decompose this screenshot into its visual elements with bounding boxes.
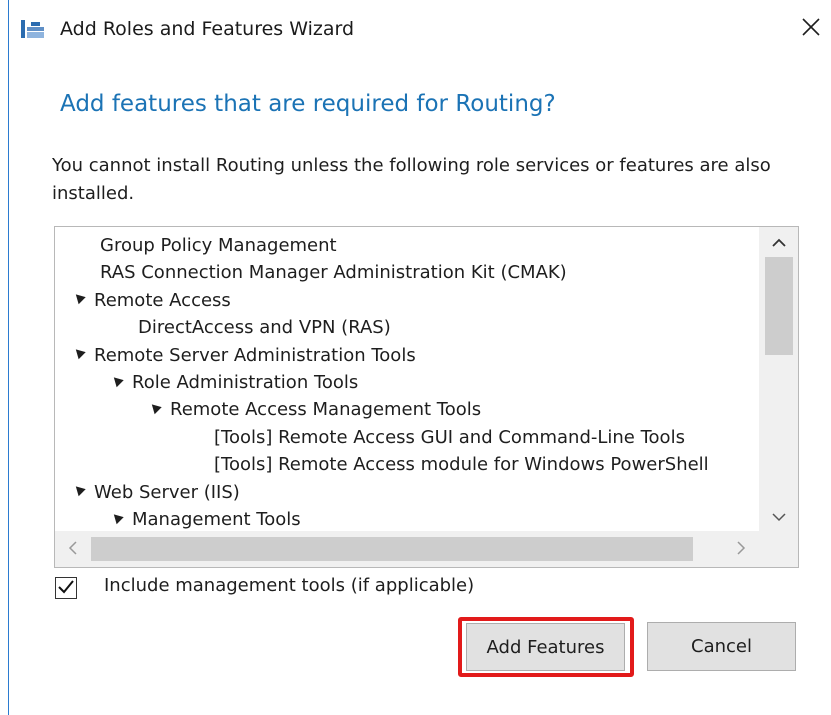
- title-bar[interactable]: Add Roles and Features Wizard: [0, 0, 831, 60]
- feature-label: Web Server (IIS): [94, 481, 240, 503]
- scroll-up-button[interactable]: [759, 227, 798, 257]
- feature-tree-item[interactable]: Remote Access: [72, 287, 231, 314]
- expand-triangle-icon[interactable]: [110, 373, 124, 387]
- feature-label: [Tools] Remote Access module for Windows…: [214, 454, 709, 476]
- window-border: [8, 0, 9, 715]
- expand-triangle-icon[interactable]: [72, 482, 86, 497]
- window-title: Add Roles and Features Wizard: [60, 18, 355, 40]
- feature-label: [Tools] Remote Access GUI and Command-Li…: [214, 426, 685, 448]
- features-tree[interactable]: Group Policy Management RAS Connection Ma…: [55, 227, 759, 531]
- expand-triangle-icon[interactable]: [148, 400, 162, 415]
- include-tools-checkbox[interactable]: [55, 577, 77, 599]
- cancel-button[interactable]: Cancel: [647, 622, 796, 671]
- feature-label: Role Administration Tools: [132, 372, 359, 393]
- feature-tree-item[interactable]: Group Policy Management: [100, 232, 337, 259]
- feature-label: Remote Server Administration Tools: [94, 344, 416, 366]
- feature-label: DirectAccess and VPN (RAS): [138, 317, 391, 339]
- server-manager-icon: [20, 18, 46, 40]
- scroll-down-button[interactable]: [759, 501, 798, 531]
- dialog-heading: Add features that are required for Routi…: [60, 91, 556, 117]
- vertical-scrollbar[interactable]: [759, 227, 798, 531]
- feature-tree-item[interactable]: Management Tools: [110, 506, 301, 531]
- feature-tree-item[interactable]: [Tools] Remote Access module for Windows…: [214, 451, 709, 478]
- vertical-scroll-thumb[interactable]: [765, 257, 793, 355]
- expand-triangle-icon[interactable]: [110, 510, 124, 524]
- feature-tree-item[interactable]: Role Administration Tools: [110, 369, 359, 396]
- feature-tree-item[interactable]: [Tools] Remote Access GUI and Command-Li…: [214, 424, 685, 451]
- close-button[interactable]: [796, 14, 826, 44]
- horizontal-scrollbar[interactable]: [55, 531, 759, 567]
- features-list[interactable]: Group Policy Management RAS Connection Ma…: [54, 226, 799, 568]
- feature-tree-item[interactable]: Web Server (IIS): [72, 479, 240, 506]
- feature-tree-item[interactable]: Remote Server Administration Tools: [72, 342, 416, 369]
- scrollbar-corner: [759, 531, 798, 567]
- horizontal-scroll-thumb[interactable]: [91, 537, 693, 561]
- close-icon[interactable]: [801, 17, 821, 41]
- feature-label: Remote Access: [94, 289, 231, 311]
- chevron-right-icon[interactable]: [736, 540, 746, 559]
- feature-label: RAS Connection Manager Administration Ki…: [100, 262, 567, 284]
- expand-triangle-icon[interactable]: [72, 291, 86, 305]
- feature-label: Remote Access Management Tools: [170, 399, 482, 421]
- dialog-description: You cannot install Routing unless the fo…: [52, 155, 771, 204]
- chevron-up-icon[interactable]: [771, 233, 786, 252]
- feature-label: Group Policy Management: [100, 235, 337, 256]
- add-features-button[interactable]: Add Features: [466, 623, 625, 671]
- scroll-left-button[interactable]: [55, 531, 91, 567]
- scroll-right-button[interactable]: [723, 531, 759, 567]
- feature-tree-item[interactable]: Remote Access Management Tools: [148, 396, 482, 423]
- feature-label: Management Tools: [132, 509, 301, 530]
- feature-tree-item[interactable]: RAS Connection Manager Administration Ki…: [100, 259, 567, 286]
- expand-triangle-icon[interactable]: [72, 345, 86, 360]
- dialog-window: Add Roles and Features Wizard Add featur…: [0, 0, 831, 715]
- chevron-left-icon[interactable]: [68, 540, 78, 559]
- include-tools-label[interactable]: Include management tools (if applicable): [104, 575, 474, 596]
- feature-tree-item[interactable]: DirectAccess and VPN (RAS): [138, 314, 391, 341]
- chevron-down-icon[interactable]: [771, 507, 786, 526]
- checkmark-icon: [58, 579, 74, 598]
